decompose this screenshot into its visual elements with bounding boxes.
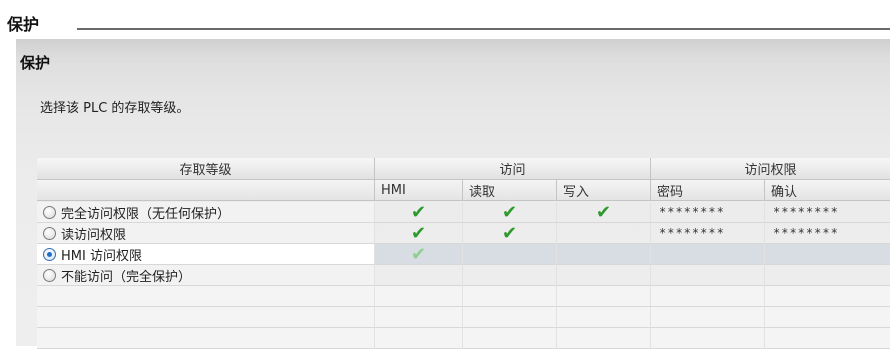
table-row-selected[interactable]: HMI 访问权限 ✔ <box>37 244 890 265</box>
table-row[interactable]: 完全访问权限（无任何保护） ✔ ✔ ✔ ******** ******** <box>37 202 890 223</box>
radio-read-access[interactable] <box>43 226 56 240</box>
subheader-write: 写入 <box>557 180 651 201</box>
empty-row <box>37 307 890 328</box>
access-level-full[interactable]: 完全访问权限（无任何保护） <box>37 202 375 223</box>
check-icon: ✔ <box>501 222 518 244</box>
subheader-hmi: HMI <box>375 180 463 201</box>
confirm-password-field[interactable]: ******** <box>765 226 839 240</box>
check-icon: ✔ <box>410 201 427 223</box>
subheader-confirm: 确认 <box>765 180 890 201</box>
header-access-level: 存取等级 <box>37 158 375 180</box>
check-icon: ✔ <box>410 222 427 244</box>
row-label: 读访问权限 <box>61 227 127 243</box>
table-row[interactable]: 不能访问（完全保护） <box>37 265 890 286</box>
empty-row <box>37 286 890 307</box>
password-field[interactable]: ******** <box>651 205 725 219</box>
subheader-password: 密码 <box>651 180 765 201</box>
header-access-rights: 访问权限 <box>651 158 890 180</box>
radio-hmi-access[interactable] <box>43 247 56 261</box>
subheader-read: 读取 <box>463 180 557 201</box>
check-icon: ✔ <box>410 243 427 265</box>
access-level-read[interactable]: 读访问权限 <box>37 223 375 244</box>
confirm-password-field[interactable]: ******** <box>765 205 839 219</box>
access-level-hmi[interactable]: HMI 访问权限 <box>37 244 375 265</box>
radio-no-access[interactable] <box>43 268 56 282</box>
row-label: HMI 访问权限 <box>61 248 142 264</box>
radio-full-access[interactable] <box>43 205 56 219</box>
access-level-table: 存取等级 访问 访问权限 HMI 读取 写入 密码 确认 完全访问权限（无任何保… <box>37 158 890 349</box>
header-access: 访问 <box>375 158 651 180</box>
row-label: 完全访问权限（无任何保护） <box>61 206 231 222</box>
table-row[interactable]: 读访问权限 ✔ ✔ ******** ******** <box>37 223 890 244</box>
section-title: 保护 <box>7 15 40 34</box>
access-level-none[interactable]: 不能访问（完全保护） <box>37 265 375 286</box>
check-icon: ✔ <box>595 201 612 223</box>
password-field[interactable]: ******** <box>651 226 725 240</box>
instruction-text: 选择该 PLC 的存取等级。 <box>40 101 190 116</box>
check-icon: ✔ <box>501 201 518 223</box>
section-divider <box>77 28 890 30</box>
subheader-empty <box>37 180 375 201</box>
panel-title: 保护 <box>20 54 51 72</box>
row-label: 不能访问（完全保护） <box>61 269 192 285</box>
